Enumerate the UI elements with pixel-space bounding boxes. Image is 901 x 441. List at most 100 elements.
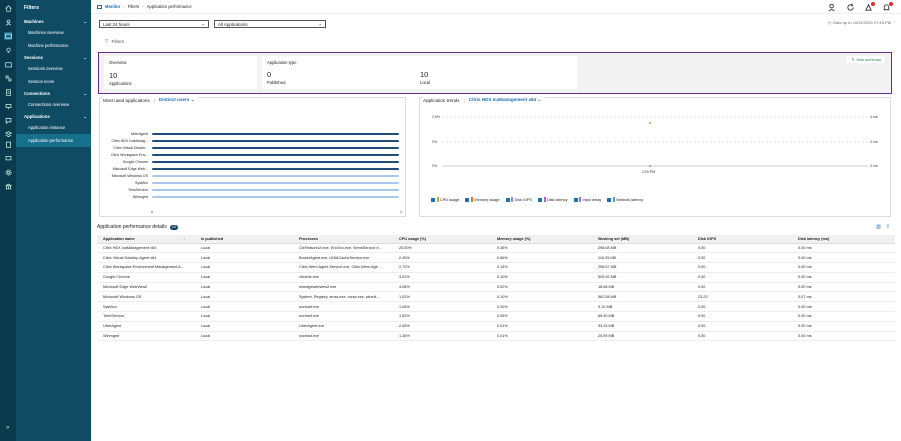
table-cell: 0.00 (692, 262, 792, 273)
refresh-icon[interactable] (846, 3, 855, 12)
bar[interactable] (152, 139, 399, 143)
column-header[interactable]: Application name ↑ (97, 235, 195, 244)
most-used-title: Most used applications (103, 97, 150, 103)
column-header[interactable]: Memory usage (%) (491, 235, 592, 244)
user-settings-icon[interactable] (828, 3, 837, 12)
breadcrumb-monitor[interactable]: Monitor (105, 4, 120, 9)
legend-disk-latency[interactable]: Disk latency (538, 197, 568, 202)
table-row[interactable]: SysMon Local svchost.exe 1.06% 0.00% 9.10 MB 0… (97, 301, 895, 313)
column-header[interactable]: Processes (293, 235, 393, 244)
filters-button[interactable]: ▽ Filters (105, 38, 124, 44)
table-cell: 0.02% (491, 282, 592, 293)
bar[interactable] (152, 153, 399, 157)
bar[interactable] (152, 160, 399, 164)
bulb-icon[interactable] (4, 46, 12, 54)
table-row[interactable]: Microsoft Windows OS Local System, Registr… (97, 291, 895, 303)
icon-rail: » (0, 0, 16, 441)
panel-toggle-icon[interactable] (97, 4, 102, 9)
table-row[interactable]: UberAgent Local UberAgent.exe 2.45% 0.01% 33.… (97, 321, 895, 332)
alerts-icon[interactable] (864, 2, 875, 12)
export-icon[interactable]: ⇪ (886, 224, 890, 230)
bar-label: Citrix Virtual Deskto... (113, 146, 148, 150)
time-range-select[interactable]: Last 24 hours ⌄ (99, 20, 209, 28)
distinct-users-dropdown[interactable]: Distinct users ⌄ (159, 97, 195, 103)
table-cell: 0.00 ms (792, 331, 895, 342)
sidebar-item-session-score[interactable]: Session score (16, 75, 91, 88)
legend-network-latency[interactable]: Network latency (607, 197, 643, 202)
home-icon[interactable] (4, 4, 12, 12)
sidebar-item-machines-overview[interactable]: Machines overview (16, 26, 91, 39)
table-cell: svchost.exe (293, 311, 393, 322)
bar[interactable] (152, 181, 399, 185)
table-row[interactable]: Google Chrome Local chrome.exe 3.02% 0.10% 50… (97, 272, 895, 283)
network-icon[interactable] (4, 102, 12, 110)
column-header[interactable]: Disk latency (ms) (792, 235, 895, 244)
chevron-down-icon: ⌄ (201, 21, 205, 26)
table-row[interactable]: Citrix Virtual Desktop Agent x64 Local Bro… (97, 252, 895, 264)
grid-icon[interactable] (4, 74, 12, 82)
bar[interactable] (152, 146, 399, 150)
bank-icon[interactable] (4, 182, 12, 190)
bar-row: TermService (100, 187, 399, 193)
sidebar-section-applications[interactable]: Applications ⌄ (16, 111, 91, 121)
column-header[interactable]: Is published (195, 235, 293, 244)
sidebar-item-machine-performance[interactable]: Machine performance (16, 39, 91, 52)
breadcrumb-filters[interactable]: Filters (128, 4, 139, 9)
table-cell: 0.05% (491, 311, 592, 322)
legend-disk-iops[interactable]: Disk IOPS (505, 197, 532, 202)
table-cell: 0.00 ms (792, 243, 895, 254)
policy-icon[interactable] (4, 88, 12, 96)
table-row[interactable]: Microsoft Edge WebView2 Local msedgewebvie… (97, 282, 895, 293)
column-header[interactable]: Working set (MB) (592, 235, 692, 244)
sidebar-section-connections[interactable]: Connections ⌄ (16, 88, 91, 98)
local-label: Local (420, 80, 431, 85)
bar-row: Citrix HDX IcaManag... (100, 138, 399, 144)
bar-row: Microsoft Edge Web... (100, 166, 399, 172)
table-cell: 4.08% (393, 282, 491, 293)
sidebar-item-application-performance[interactable]: Application performance (16, 134, 91, 147)
table-row[interactable]: Citrix Workspace Environment Management … (97, 262, 895, 273)
legend-input-delay[interactable]: Input delay (573, 197, 601, 202)
legend-memory[interactable]: Memory usage (465, 197, 500, 202)
sidebar-item-connections-overview[interactable]: Connections overview (16, 98, 91, 111)
row-count-badge: 10 (169, 224, 178, 230)
sort-ascending-icon[interactable]: ↑ (183, 237, 185, 241)
bar[interactable] (152, 195, 399, 199)
table-cell: 2.72% (393, 262, 491, 273)
sidebar-section-sessions[interactable]: Sessions ⌄ (16, 52, 91, 62)
table-cell: 23.23 (692, 291, 792, 303)
y-tick-left: 0% (432, 140, 438, 144)
table-cell: 116.25 MB (592, 252, 692, 264)
table-row[interactable]: Winmgmt Local svchost.exe 1.35% 0.01% 25.95 M… (97, 331, 895, 342)
layers-icon[interactable] (4, 130, 12, 138)
columns-icon[interactable]: ▥ (876, 224, 881, 230)
hide-summary-button[interactable]: ✎ Hide summary (847, 56, 885, 63)
bar[interactable] (152, 132, 399, 136)
monitor-icon[interactable] (4, 32, 12, 40)
column-header[interactable]: CPU usage (%) (393, 235, 491, 244)
building-icon[interactable] (4, 140, 12, 148)
applications-select[interactable]: All Applications ⌄ (214, 20, 326, 28)
table-cell: 0.00 (692, 321, 792, 332)
table-cell: 0.00 ms (792, 262, 895, 273)
notifications-icon[interactable] (882, 2, 893, 12)
x-tick: 0 (151, 210, 153, 214)
local-count: 10 (420, 70, 429, 79)
bar[interactable] (152, 174, 399, 178)
legend-cpu[interactable]: CPU usage (431, 197, 459, 202)
column-header[interactable]: Disk IOPS (692, 235, 792, 244)
sidebar-section-machines[interactable]: Machines ⌄ (16, 16, 91, 26)
desktop-icon[interactable] (4, 154, 12, 162)
table-cell: 1.06% (393, 301, 491, 313)
sidebar-item-application-instance[interactable]: Application instance (16, 121, 91, 134)
chat-icon[interactable] (4, 116, 12, 124)
users-icon[interactable] (4, 18, 12, 26)
bar[interactable] (152, 188, 399, 192)
bar[interactable] (152, 167, 399, 171)
folder-icon[interactable] (4, 60, 12, 68)
gear-icon[interactable] (4, 168, 12, 176)
table-row[interactable]: Citrix HDX IcaManagement x64 Local CtxFeat… (97, 243, 895, 254)
sidebar-item-sessions-overview[interactable]: Sessions overview (16, 62, 91, 75)
expand-chevrons-icon[interactable]: » (6, 425, 9, 431)
table-row[interactable]: TermService Local svchost.exe 1.52% 0.05% 66.… (97, 311, 895, 322)
